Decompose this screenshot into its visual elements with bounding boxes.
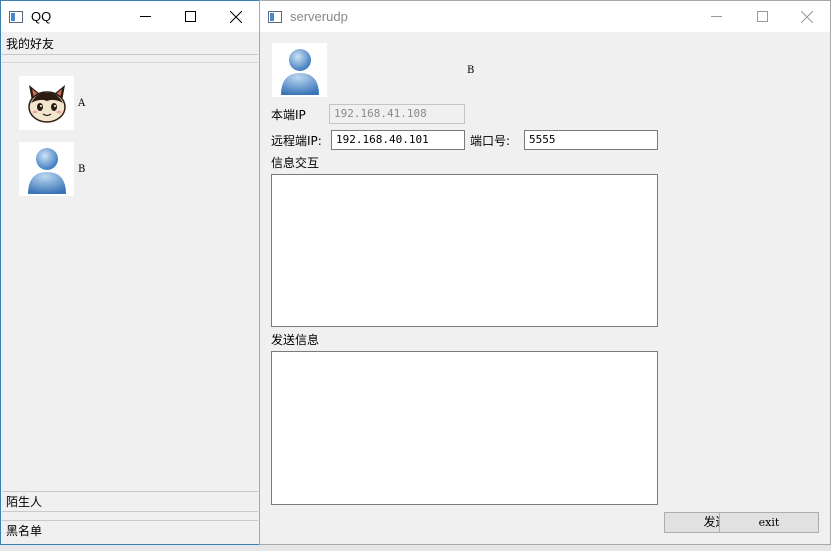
close-icon <box>801 10 813 23</box>
send-message-textarea[interactable] <box>271 351 658 505</box>
peer-name: B <box>467 65 475 76</box>
maximize-icon <box>184 11 196 22</box>
local-ip-label: 本端IP <box>271 108 306 122</box>
section-blacklist[interactable]: 黑名单 <box>2 520 258 541</box>
serverudp-titlebar[interactable]: serverudp <box>260 1 830 32</box>
remote-ip-label: 远程端IP: <box>271 134 322 148</box>
exit-button[interactable]: exit <box>719 512 819 533</box>
app-window-icon <box>268 10 282 23</box>
remote-ip-input[interactable]: 192.168.40.101 <box>331 130 465 150</box>
friend-name: A <box>78 97 86 109</box>
minimize-button[interactable] <box>693 1 739 32</box>
close-button[interactable] <box>784 1 830 32</box>
local-ip-field: 192.168.41.108 <box>329 104 465 124</box>
maximize-icon <box>756 11 768 22</box>
qq-window: QQ 我的好友 A B 陌生人 黑名单 <box>0 0 260 545</box>
section-friends[interactable]: 我的好友 <box>2 34 258 55</box>
qq-titlebar[interactable]: QQ <box>1 1 259 32</box>
send-info-label: 发送信息 <box>271 333 320 347</box>
close-button[interactable] <box>213 1 259 32</box>
minimize-button[interactable] <box>122 1 168 32</box>
port-label: 端口号: <box>470 134 511 148</box>
serverudp-window: serverudp B 本端IP 192.168.41.108 远程端IP: 1… <box>259 0 831 545</box>
maximize-button[interactable] <box>167 1 213 32</box>
cat-avatar-icon <box>19 76 74 130</box>
app-window-icon <box>9 10 23 23</box>
port-input[interactable]: 5555 <box>524 130 658 150</box>
close-icon <box>230 10 242 23</box>
minimize-icon <box>710 16 722 17</box>
section-strangers[interactable]: 陌生人 <box>2 491 258 512</box>
friend-item-a[interactable]: A <box>19 76 85 130</box>
user-avatar-icon <box>19 142 74 196</box>
friend-name: B <box>78 163 86 175</box>
user-avatar-icon <box>272 43 327 97</box>
interaction-label: 信息交互 <box>271 156 320 170</box>
serverudp-window-title: serverudp <box>290 9 348 24</box>
friend-item-b[interactable]: B <box>19 142 85 196</box>
maximize-button[interactable] <box>739 1 785 32</box>
minimize-icon <box>139 16 151 17</box>
message-log-textarea[interactable] <box>271 174 658 327</box>
friend-list: A B <box>2 62 258 484</box>
qq-window-title: QQ <box>31 9 52 24</box>
